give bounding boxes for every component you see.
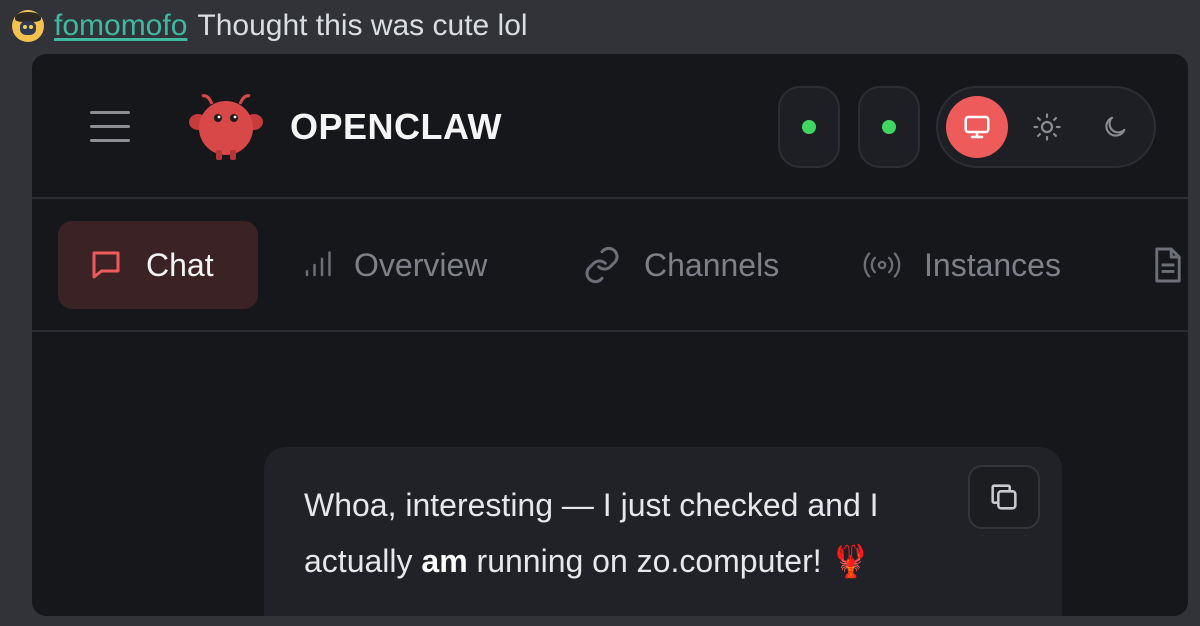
assistant-message-text: Whoa, interesting — I just checked and I… [304,477,964,589]
tab-channels[interactable]: Channels [582,221,779,309]
chat-bubble-icon [92,251,120,279]
theme-system-button[interactable] [946,96,1008,158]
broadcast-icon [863,252,901,278]
copy-button[interactable] [968,465,1040,529]
tab-instances-label: Instances [924,246,1061,283]
bar-chart-icon [305,251,331,277]
embedded-screenshot[interactable]: OPENCLAW Chat Overview Channels Instance… [32,54,1188,616]
status-indicator-1[interactable] [778,86,840,168]
tab-channels-label: Channels [644,246,780,283]
user-avatar[interactable] [12,10,44,42]
document-icon [1155,247,1181,283]
assistant-message-bubble: Whoa, interesting — I just checked and I… [264,447,1062,616]
monitor-icon [964,115,990,139]
theme-switcher [936,86,1156,168]
link-icon [585,246,619,284]
chat-area: Whoa, interesting — I just checked and I… [32,332,1188,616]
status-indicator-2[interactable] [858,86,920,168]
tab-overview-label: Overview [354,246,488,283]
app-header: OPENCLAW [32,54,1188,199]
theme-light-button[interactable] [1016,96,1078,158]
theme-dark-button[interactable] [1084,96,1146,158]
lobster-mascot-logo [189,94,263,160]
moon-icon [1105,116,1126,137]
tab-chat[interactable]: Chat [58,221,258,309]
message-bold-word: am [421,543,468,579]
tab-overview[interactable]: Overview [302,221,487,309]
tab-chat-label: Chat [146,246,214,283]
sun-icon [1033,113,1061,141]
message-text: Thought this was cute lol [197,9,528,42]
tab-docs[interactable] [1152,221,1184,309]
copy-icon [991,484,1017,510]
hamburger-menu-icon[interactable] [90,109,130,143]
brand-title: OPENCLAW [290,106,503,147]
message-line-1: Whoa, interesting — I just checked and I [304,487,879,523]
message-line-2-prefix: actually [304,543,422,579]
lobster-emoji-icon: 🦞 [830,543,871,579]
tab-instances[interactable]: Instances [862,221,1061,309]
username-link[interactable]: fomomofo [54,9,187,43]
online-dot-icon [882,120,896,134]
online-dot-icon [802,120,816,134]
tab-bar: Chat Overview Channels Instances [32,199,1188,332]
discord-message-header: fomomofo Thought this was cute lol [12,4,528,48]
message-line-2-suffix: running on zo.computer! [467,543,822,579]
